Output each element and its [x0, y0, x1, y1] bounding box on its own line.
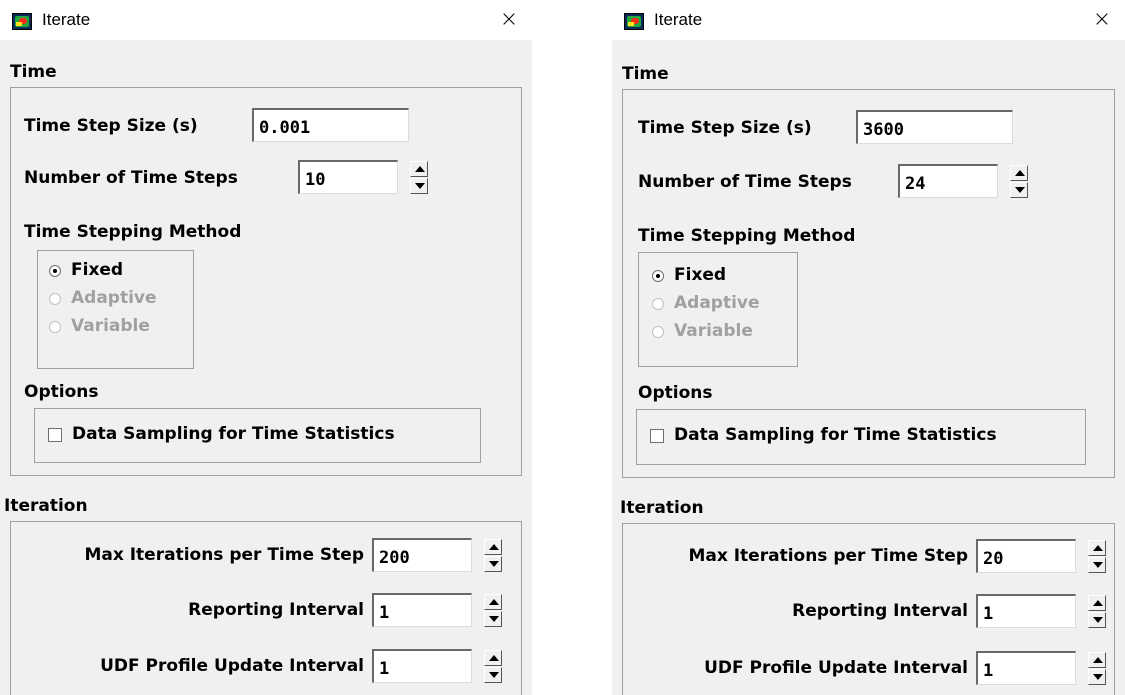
radio-variable-label: Variable [674, 321, 753, 341]
close-icon[interactable]: × [1090, 9, 1114, 31]
udf-profile-update-interval-label: UDF Profile Update Interval [100, 656, 364, 676]
close-icon[interactable]: × [497, 9, 521, 31]
radio-fixed-label: Fixed [71, 260, 124, 280]
stepper-up-button[interactable] [410, 161, 428, 177]
reporting-interval-label: Reporting Interval [188, 600, 364, 620]
stepper-up-button[interactable] [1088, 540, 1106, 556]
stepper-down-button[interactable] [484, 611, 502, 627]
max-iterations-field[interactable]: 20 [976, 539, 1076, 573]
reporting-interval-label: Reporting Interval [792, 601, 968, 621]
fluent-app-icon [12, 13, 32, 30]
radio-variable-label: Variable [71, 316, 150, 336]
arrow-down-icon [1093, 617, 1103, 623]
arrow-up-icon [1093, 657, 1103, 663]
iteration-section-label: Iteration [620, 498, 704, 518]
data-sampling-label: Data Sampling for Time Statistics [72, 424, 395, 444]
time-section-label: Time [622, 64, 669, 84]
stepper-down-button[interactable] [410, 178, 428, 194]
arrow-up-icon [1093, 600, 1103, 606]
title-bar: Iterate × [612, 0, 1125, 40]
number-of-time-steps-field[interactable]: 10 [298, 160, 398, 194]
options-label: Options [638, 383, 713, 403]
radio-adaptive-label: Adaptive [674, 293, 760, 313]
radio-selected-icon [49, 265, 61, 277]
radio-unselected-icon [652, 326, 664, 338]
radio-adaptive-label: Adaptive [71, 288, 157, 308]
arrow-up-icon [1015, 170, 1025, 176]
radio-selected-icon [652, 270, 664, 282]
max-iterations-label: Max Iterations per Time Step [84, 545, 364, 565]
max-iterations-label: Max Iterations per Time Step [688, 546, 968, 566]
stepper-up-button[interactable] [1088, 595, 1106, 611]
arrow-down-icon [489, 672, 499, 678]
reporting-interval-stepper[interactable] [484, 594, 502, 627]
radio-unselected-icon [49, 321, 61, 333]
max-iterations-stepper[interactable] [484, 539, 502, 572]
arrow-up-icon [415, 166, 425, 172]
iterate-dialog-left: Iterate × Time Time Step Size (s) 0.001 … [0, 0, 532, 695]
fluent-app-icon [624, 13, 644, 30]
arrow-up-icon [489, 544, 499, 550]
time-stepping-method-label: Time Stepping Method [24, 222, 242, 242]
udf-profile-update-interval-stepper[interactable] [1088, 652, 1106, 685]
data-sampling-checkbox[interactable] [650, 429, 664, 443]
iteration-section-label: Iteration [4, 496, 88, 516]
title-bar: Iterate × [0, 0, 532, 40]
time-steps-stepper[interactable] [1010, 165, 1028, 198]
stepper-up-button[interactable] [484, 650, 502, 666]
arrow-down-icon [415, 183, 425, 189]
time-stepping-method-label: Time Stepping Method [638, 226, 856, 246]
reporting-interval-field[interactable]: 1 [976, 594, 1076, 628]
arrow-up-icon [489, 599, 499, 605]
arrow-up-icon [1093, 545, 1103, 551]
stepper-up-button[interactable] [1088, 652, 1106, 668]
udf-profile-update-interval-stepper[interactable] [484, 650, 502, 683]
max-iterations-stepper[interactable] [1088, 540, 1106, 573]
options-label: Options [24, 382, 99, 402]
stepper-down-button[interactable] [1010, 182, 1028, 198]
time-section-label: Time [10, 62, 57, 82]
arrow-down-icon [489, 561, 499, 567]
window-title: Iterate [654, 10, 703, 29]
reporting-interval-field[interactable]: 1 [372, 593, 472, 627]
time-step-size-label: Time Step Size (s) [24, 116, 198, 136]
stepper-up-button[interactable] [1010, 165, 1028, 181]
stepper-down-button[interactable] [484, 556, 502, 572]
data-sampling-checkbox[interactable] [48, 428, 62, 442]
arrow-down-icon [1093, 562, 1103, 568]
time-step-size-label: Time Step Size (s) [638, 118, 812, 138]
time-step-size-field[interactable]: 0.001 [252, 108, 409, 142]
arrow-up-icon [489, 655, 499, 661]
reporting-interval-stepper[interactable] [1088, 595, 1106, 628]
radio-unselected-icon [49, 293, 61, 305]
arrow-down-icon [1015, 187, 1025, 193]
data-sampling-label: Data Sampling for Time Statistics [674, 425, 997, 445]
stepper-down-button[interactable] [1088, 557, 1106, 573]
radio-unselected-icon [652, 298, 664, 310]
stepper-down-button[interactable] [1088, 669, 1106, 685]
radio-fixed-label: Fixed [674, 265, 727, 285]
arrow-down-icon [489, 616, 499, 622]
stepper-up-button[interactable] [484, 539, 502, 555]
time-steps-stepper[interactable] [410, 161, 428, 194]
number-of-time-steps-label: Number of Time Steps [24, 168, 238, 188]
iterate-dialog-right: Iterate × Time Time Step Size (s) 3600 N… [612, 0, 1125, 695]
stepper-up-button[interactable] [484, 594, 502, 610]
udf-profile-update-interval-field[interactable]: 1 [976, 651, 1076, 685]
udf-profile-update-interval-field[interactable]: 1 [372, 649, 472, 683]
number-of-time-steps-field[interactable]: 24 [898, 164, 998, 198]
window-title: Iterate [42, 10, 91, 29]
stepper-down-button[interactable] [1088, 612, 1106, 628]
number-of-time-steps-label: Number of Time Steps [638, 172, 852, 192]
stepper-down-button[interactable] [484, 667, 502, 683]
udf-profile-update-interval-label: UDF Profile Update Interval [704, 658, 968, 678]
time-step-size-field[interactable]: 3600 [856, 110, 1013, 144]
arrow-down-icon [1093, 674, 1103, 680]
max-iterations-field[interactable]: 200 [372, 538, 472, 572]
